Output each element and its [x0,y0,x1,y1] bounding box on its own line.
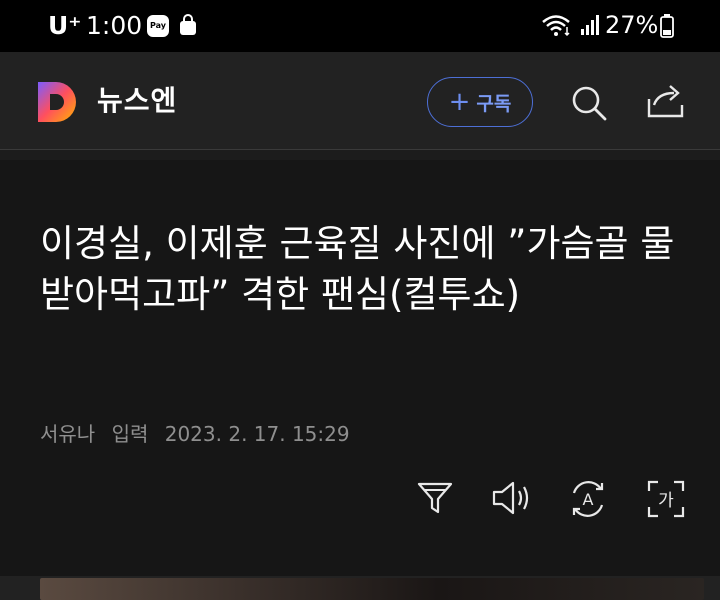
carrier-label: U⁺ [48,11,82,40]
publish-datetime: 2023. 2. 17. 15:29 [164,422,350,446]
speaker-icon[interactable] [491,479,533,517]
shopping-bag-icon [180,14,196,35]
article-headline: 이경실, 이제훈 근육질 사진에 ”가슴골 물 받아먹고파” 격한 팬심(컬투쇼… [40,222,675,316]
article-photo[interactable] [40,578,704,600]
svg-text:A: A [583,490,594,509]
app-bar: 뉴스엔 + 구독 [0,52,720,150]
article-header: 이경실, 이제훈 근육질 사진에 ”가슴골 물 받아먹고파” 격한 팬심(컬투쇼… [0,160,720,576]
wifi-icon [542,15,570,37]
svg-text:가: 가 [658,491,674,511]
section-divider [0,150,720,160]
pay-icon: Pay [147,15,169,37]
signal-icon [581,15,599,35]
filter-icon[interactable] [416,479,454,517]
search-icon[interactable] [570,84,608,122]
newsen-logo[interactable] [36,80,80,124]
article-byline: 서유나 입력 2023. 2. 17. 15:29 [40,418,360,447]
battery-percent: 27% [605,11,659,39]
clock-time: 1:00 [86,11,143,40]
share-icon[interactable] [646,83,686,119]
app-name: 뉴스엔 [97,84,178,117]
author-name[interactable]: 서유나 [40,422,95,446]
article-image-area [0,576,720,600]
input-label: 입력 [111,422,149,446]
status-bar: U⁺ 1:00 Pay 27% [0,0,720,52]
battery-icon [660,14,674,38]
translate-icon[interactable]: A [568,479,608,519]
subscribe-button[interactable]: + 구독 [427,77,533,127]
font-size-icon[interactable]: 가 [646,479,686,519]
subscribe-label: 구독 [476,92,512,115]
plus-icon: + [448,87,471,117]
